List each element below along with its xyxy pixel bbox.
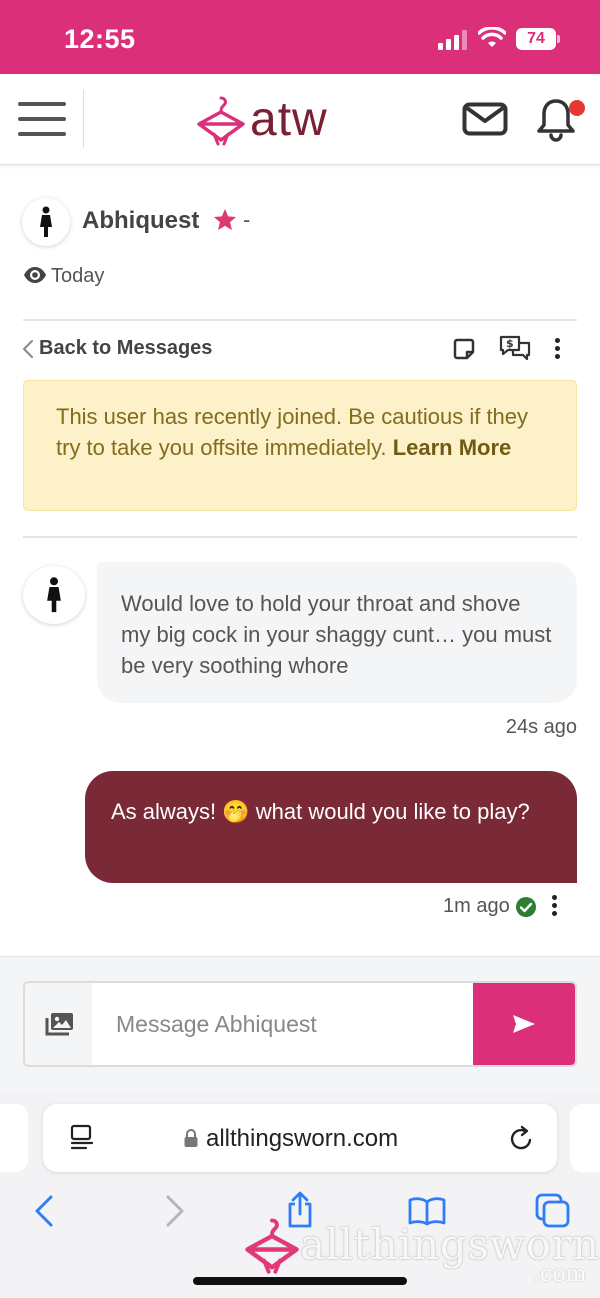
- hamburger-icon[interactable]: [18, 100, 66, 138]
- note-icon[interactable]: [452, 337, 476, 361]
- address-bar[interactable]: allthingsworn.com: [43, 1104, 557, 1172]
- message-timestamp: 1m ago: [443, 895, 510, 917]
- sender-avatar[interactable]: [23, 566, 85, 624]
- wifi-icon: [478, 27, 506, 47]
- status-bar: 12:55 74: [0, 0, 600, 74]
- conversation-options-icon[interactable]: [555, 338, 561, 362]
- watermark-suffix: .com: [533, 1262, 587, 1287]
- new-user-warning: This user has recently joined. Be cautio…: [23, 380, 577, 511]
- logo-text: atw: [250, 93, 328, 146]
- username[interactable]: Abhiquest: [82, 207, 199, 235]
- battery-tip: [557, 35, 560, 43]
- browser-forward-icon[interactable]: [163, 1194, 187, 1228]
- divider: [23, 319, 577, 321]
- lock-icon: [184, 1129, 198, 1147]
- app-header: atw: [0, 74, 600, 165]
- money-chat-icon[interactable]: $: [498, 334, 532, 362]
- incoming-message-bubble: Would love to hold your throat and shove…: [97, 562, 577, 703]
- star-icon[interactable]: [212, 207, 238, 233]
- last-seen: Today: [51, 265, 105, 287]
- previous-tab-peek[interactable]: [0, 1104, 28, 1172]
- site-logo[interactable]: atw: [196, 92, 328, 148]
- divider: [23, 536, 577, 538]
- delivered-check-icon: [516, 897, 536, 917]
- page-menu-icon[interactable]: [69, 1124, 95, 1152]
- reload-icon[interactable]: [509, 1124, 535, 1152]
- send-button[interactable]: [473, 983, 575, 1065]
- battery-indicator: 74: [516, 28, 556, 50]
- learn-more-link[interactable]: Learn More: [393, 435, 512, 460]
- avatar[interactable]: [22, 198, 70, 246]
- home-indicator: [193, 1277, 407, 1285]
- outgoing-message-bubble: As always! 🤭 what would you like to play…: [85, 771, 577, 883]
- back-to-messages-link[interactable]: Back to Messages: [21, 337, 212, 360]
- url-text: allthingsworn.com: [206, 1125, 399, 1152]
- photos-icon: [45, 1013, 73, 1036]
- eye-icon: [24, 267, 46, 283]
- signal-icon: [438, 30, 468, 50]
- send-icon: [513, 1015, 535, 1033]
- message-options-icon[interactable]: [552, 895, 558, 919]
- username-separator: -: [243, 207, 251, 232]
- female-figure-icon: [40, 206, 52, 237]
- message-timestamp: 24s ago: [505, 716, 577, 738]
- message-composer: [23, 981, 577, 1067]
- attach-photo-button[interactable]: [25, 983, 92, 1065]
- watermark-logo-icon: [245, 1218, 299, 1274]
- browser-back-icon[interactable]: [32, 1194, 56, 1228]
- mail-icon[interactable]: [462, 102, 508, 136]
- svg-text:$: $: [506, 337, 514, 350]
- chevron-left-icon: [22, 339, 33, 358]
- status-time: 12:55: [64, 24, 136, 54]
- notification-dot: [569, 100, 585, 116]
- hanger-logo-icon: [197, 96, 245, 146]
- header-divider: [83, 90, 84, 148]
- female-figure-icon: [47, 577, 61, 613]
- message-input[interactable]: [92, 983, 477, 1065]
- back-link-label: Back to Messages: [39, 337, 213, 359]
- next-tab-peek[interactable]: [570, 1104, 600, 1172]
